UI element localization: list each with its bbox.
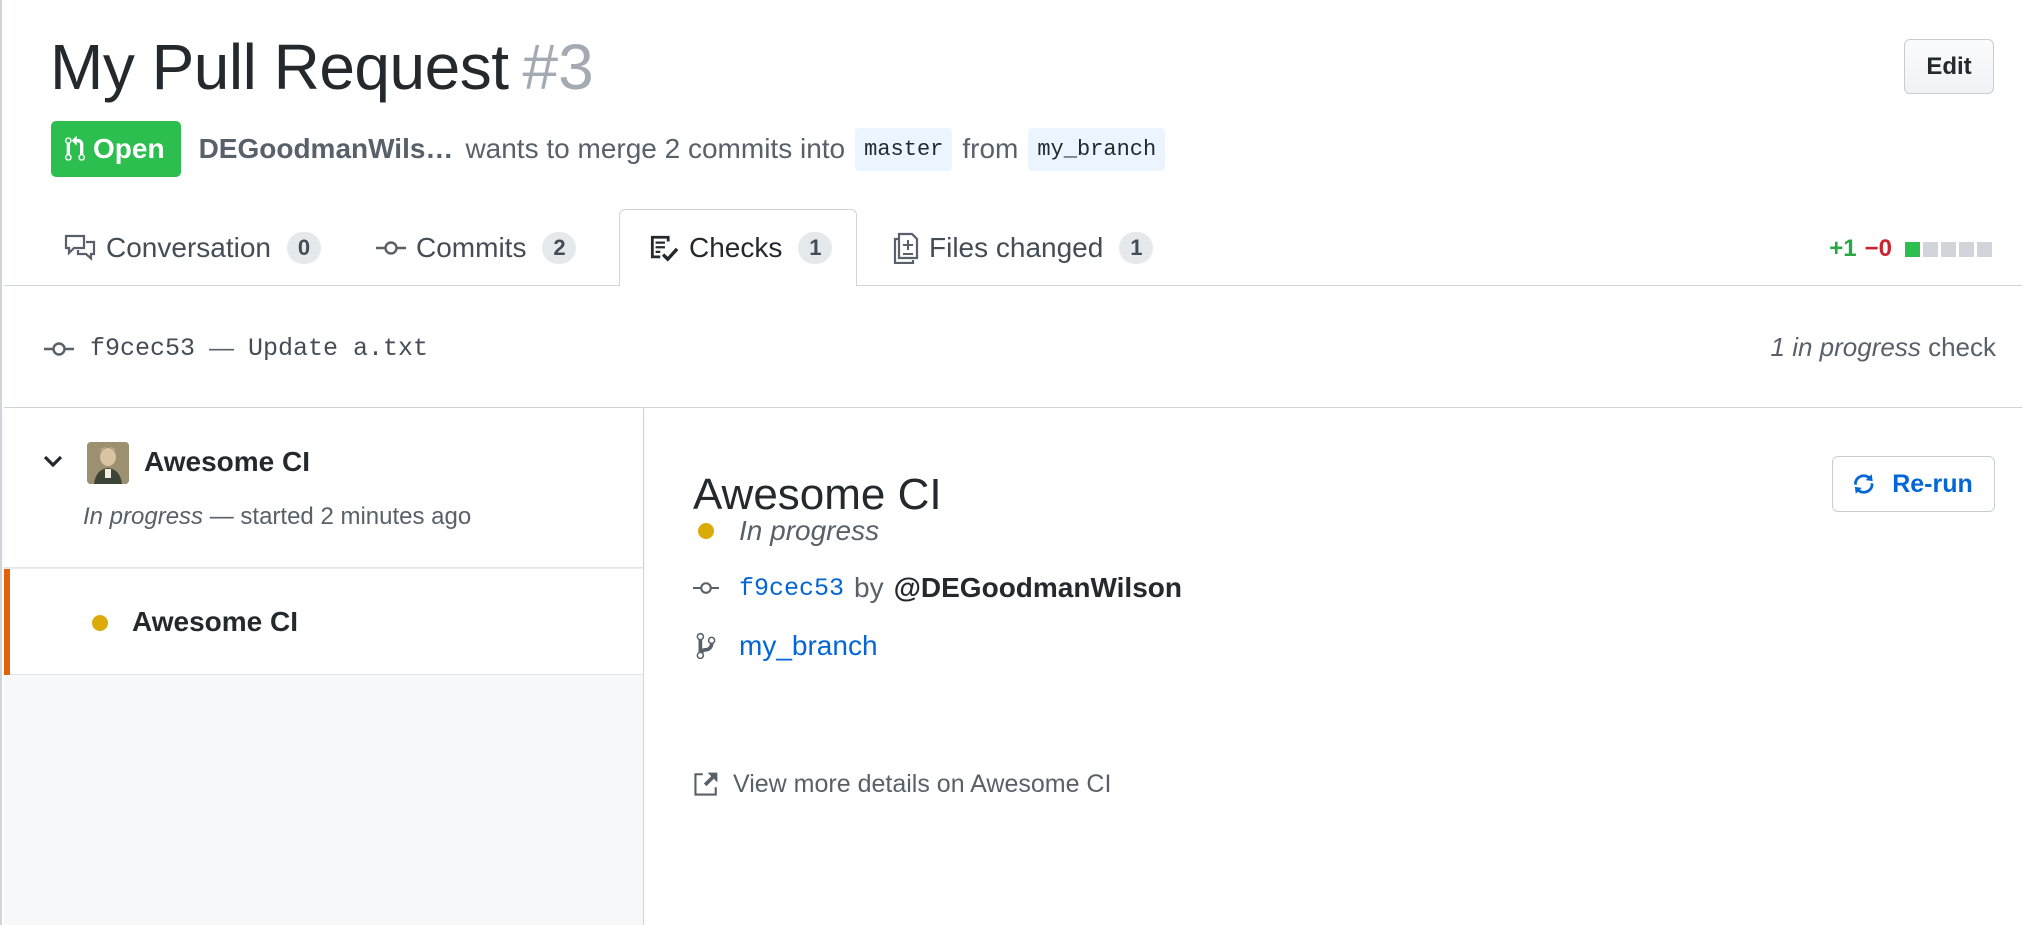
edit-button[interactable]: Edit — [1904, 39, 1994, 94]
merge-text: wants to merge 2 commits into — [465, 133, 846, 164]
state-badge: Open — [51, 121, 181, 177]
branch-link[interactable]: my_branch — [739, 630, 878, 662]
tab-commits[interactable]: Commits 2 — [376, 209, 577, 286]
diffstat-blocks — [1902, 241, 1992, 257]
checks-sidebar: Awesome CI In progress — started 2 minut… — [4, 408, 644, 925]
git-branch-icon — [696, 632, 716, 660]
git-commit-icon — [376, 240, 406, 255]
tab-files-changed[interactable]: Files changed 1 — [893, 209, 1154, 286]
comment-discussion-icon — [64, 234, 96, 261]
commit-separator: — — [209, 334, 235, 362]
link-external-icon — [694, 772, 718, 796]
diffstat-additions: +1 — [1829, 235, 1857, 262]
git-commit-icon — [44, 341, 74, 356]
view-more-details-link[interactable]: View more details on Awesome CI — [733, 770, 1111, 799]
diffstat-deletions: −0 — [1864, 235, 1892, 262]
commit-sha-link[interactable]: f9cec53 — [739, 574, 844, 603]
branch-row: my_branch — [693, 626, 878, 666]
tab-files-changed-count: 1 — [1119, 231, 1154, 264]
check-suite-name: Awesome CI — [144, 446, 310, 477]
diffstat: +1 −0 — [1829, 234, 1992, 264]
commit-author[interactable]: @DEGoodmanWilson — [894, 572, 1182, 604]
checks-count-rest: check — [1920, 332, 1996, 362]
tab-conversation-label: Conversation — [106, 231, 271, 263]
check-suite-status-rest: — started 2 minutes ago — [203, 503, 472, 530]
base-branch[interactable]: master — [855, 127, 953, 171]
diffstat-block — [1923, 241, 1938, 257]
state-label: Open — [93, 133, 165, 164]
tab-commits-label: Commits — [416, 231, 527, 263]
tab-checks-count: 1 — [798, 232, 833, 264]
diffstat-block — [1977, 241, 1992, 257]
checklist-icon — [650, 235, 679, 262]
status-row: In progress — [693, 511, 879, 551]
pr-meta-row: Open DEGoodmanWils… wants to merge 2 com… — [51, 121, 1166, 177]
external-details-row[interactable]: View more details on Awesome CI — [693, 764, 1111, 804]
git-pull-request-icon — [65, 135, 85, 161]
tab-files-changed-label: Files changed — [929, 231, 1104, 263]
in-progress-dot-icon — [92, 615, 108, 631]
app-avatar — [87, 442, 129, 484]
check-suite-status-em: In progress — [83, 503, 204, 530]
check-suite-header[interactable]: Awesome CI In progress — started 2 minut… — [4, 408, 643, 568]
rerun-label: Re-run — [1892, 469, 1973, 498]
commit-row: f9cec53 by @DEGoodmanWilson — [693, 568, 1182, 608]
tab-conversation-count: 0 — [286, 231, 321, 264]
from-text: from — [962, 133, 1019, 164]
rerun-button[interactable]: Re-run — [1832, 456, 1995, 512]
pr-tabs: Conversation 0 Commits 2 Checks 1 Files … — [4, 209, 2022, 287]
tab-checks-label: Checks — [689, 232, 783, 263]
check-run-details: Awesome CI Re-run In progress f9cec53 by… — [645, 408, 2022, 925]
pr-title-row: My Pull Request #3 — [50, 30, 594, 110]
checks-count-summary: 1 in progress check — [1771, 332, 1996, 363]
check-status-text: In progress — [739, 515, 880, 546]
commit-bar: f9cec53 — Update a.txt 1 in progress che… — [4, 286, 2022, 408]
chevron-down-icon[interactable] — [42, 452, 64, 472]
pr-title: My Pull Request — [50, 31, 509, 103]
diffstat-block — [1959, 241, 1974, 257]
diffstat-block — [1905, 241, 1920, 257]
commit-summary: f9cec53 — Update a.txt — [44, 334, 428, 363]
head-branch[interactable]: my_branch — [1028, 127, 1166, 171]
diff-icon — [893, 232, 919, 264]
commit-sha[interactable]: f9cec53 — [90, 334, 195, 363]
diffstat-block — [1941, 241, 1956, 257]
tab-conversation[interactable]: Conversation 0 — [64, 209, 321, 286]
author-link[interactable]: DEGoodmanWils… — [199, 133, 454, 165]
pr-number: #3 — [522, 31, 594, 103]
in-progress-dot-icon — [698, 523, 714, 539]
git-commit-icon — [693, 582, 719, 594]
tab-commits-count: 2 — [542, 231, 577, 264]
commit-message[interactable]: Update a.txt — [248, 334, 428, 363]
sync-icon — [1854, 474, 1874, 494]
check-run-item[interactable]: Awesome CI — [4, 569, 643, 675]
active-indicator — [4, 569, 10, 675]
check-run-name: Awesome CI — [132, 606, 298, 637]
by-text: by — [854, 572, 884, 603]
tab-checks[interactable]: Checks 1 — [619, 209, 857, 287]
checks-count-em: 1 in progress — [1770, 332, 1921, 362]
check-suite-status: In progress — started 2 minutes ago — [83, 503, 471, 531]
page-frame: My Pull Request #3 Edit Open DEGoodmanWi… — [0, 0, 2022, 925]
